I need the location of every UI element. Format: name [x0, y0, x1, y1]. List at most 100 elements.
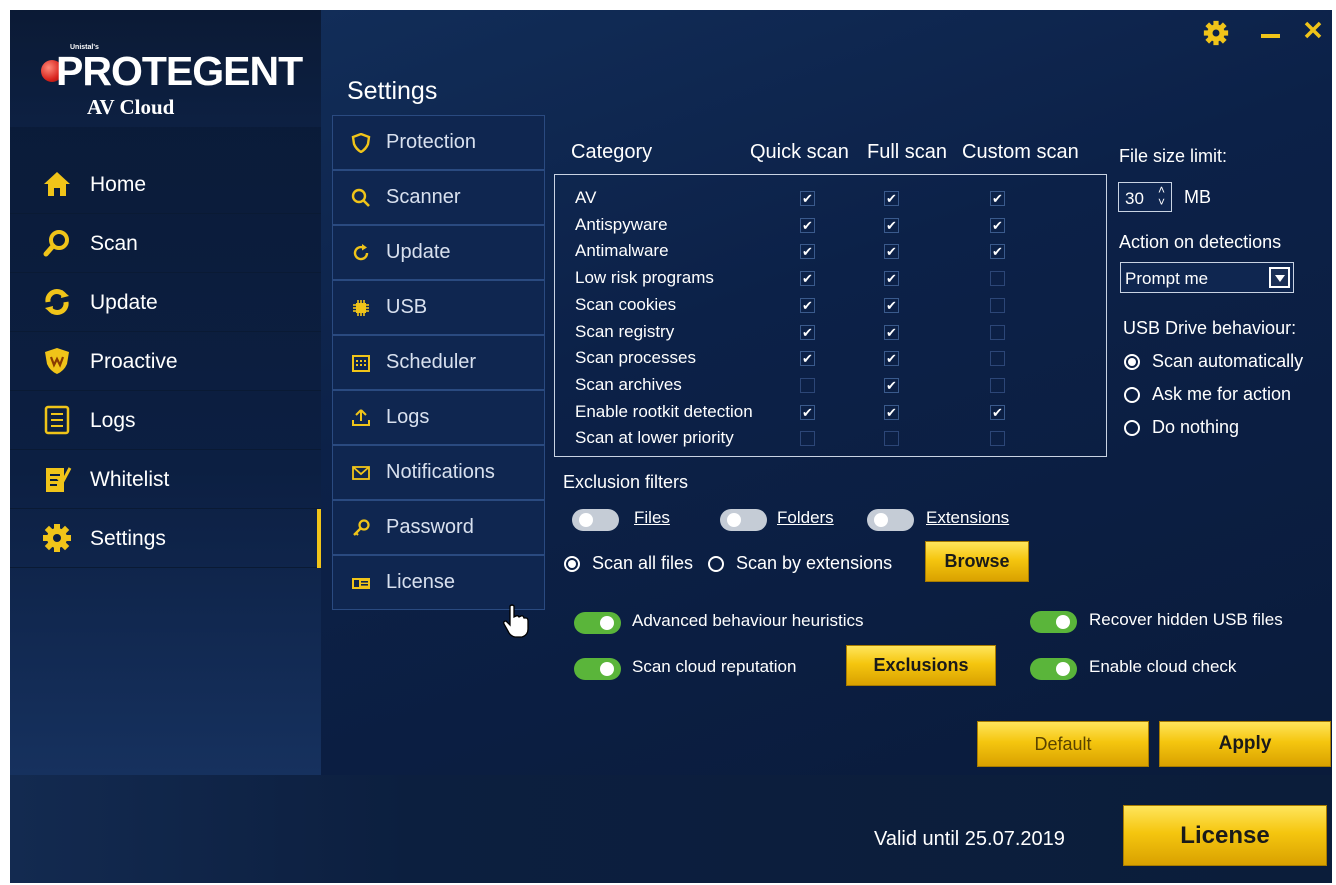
- checkbox-full-scan[interactable]: ✔: [884, 297, 899, 313]
- sidebar-item-scan[interactable]: Scan: [10, 214, 321, 273]
- subnav-usb[interactable]: USB: [332, 280, 545, 335]
- sidebar-item-settings[interactable]: Settings: [10, 509, 321, 568]
- subnav-label: Notifications: [386, 461, 495, 483]
- scan-by-extensions-radio[interactable]: [708, 556, 724, 572]
- checkbox-quick-scan[interactable]: ✔: [800, 244, 815, 260]
- checkbox-custom-scan[interactable]: [990, 377, 1005, 393]
- file-size-label: File size limit:: [1119, 146, 1228, 166]
- sidebar-item-logs[interactable]: Logs: [10, 391, 321, 450]
- folders-link[interactable]: Folders: [777, 508, 834, 528]
- checkbox-custom-scan[interactable]: ✔: [990, 404, 1005, 420]
- shield-icon: [351, 133, 371, 153]
- scan-all-files-label: Scan all files: [592, 553, 694, 573]
- subnav-label: USB: [386, 296, 428, 318]
- valid-until-text: Valid until 25.07.2019: [874, 828, 1065, 850]
- checkbox-full-scan[interactable]: ✔: [884, 377, 899, 393]
- cloud-reputation-toggle[interactable]: [574, 658, 621, 680]
- close-icon[interactable]: [1303, 20, 1323, 40]
- home-icon: [44, 172, 70, 196]
- checkbox-custom-scan[interactable]: [990, 324, 1005, 340]
- settings-gear-icon[interactable]: [1203, 20, 1229, 46]
- spinner-icon[interactable]: ˄ ˅: [1158, 184, 1165, 208]
- category-row-label: AV: [575, 188, 597, 207]
- checkbox-quick-scan[interactable]: ✔: [800, 271, 815, 287]
- checkbox-quick-scan[interactable]: [800, 377, 815, 393]
- subnav-license[interactable]: License: [332, 555, 545, 610]
- gear-icon: [43, 524, 71, 552]
- scan-all-files-radio[interactable]: [564, 556, 580, 572]
- checkbox-quick-scan[interactable]: ✔: [800, 297, 815, 313]
- magnifier-icon: [351, 188, 370, 207]
- subnav-update[interactable]: Update: [332, 225, 545, 280]
- action-dropdown[interactable]: Prompt me: [1120, 262, 1294, 293]
- category-row-label: Scan processes: [575, 348, 696, 368]
- subnav-label: License: [386, 571, 455, 593]
- chevron-down-icon[interactable]: [1269, 267, 1290, 288]
- subnav-notifications[interactable]: Notifications: [332, 445, 545, 500]
- checkbox-custom-scan[interactable]: [990, 297, 1005, 313]
- cloud-check-toggle[interactable]: [1030, 658, 1077, 680]
- checkbox-quick-scan[interactable]: ✔: [800, 324, 815, 340]
- checkbox-full-scan[interactable]: ✔: [884, 217, 899, 233]
- checkbox-full-scan[interactable]: ✔: [884, 404, 899, 420]
- subnav-logs[interactable]: Logs: [332, 390, 545, 445]
- exclusions-button[interactable]: Exclusions: [846, 645, 996, 686]
- browse-button[interactable]: Browse: [925, 541, 1029, 582]
- advanced-heuristics-toggle[interactable]: [574, 612, 621, 634]
- sidebar-item-label: Whitelist: [90, 468, 170, 491]
- sidebar-item-home[interactable]: Home: [10, 155, 321, 214]
- app-window: Unistal's PROTEGENT AV Cloud Home Scan U…: [10, 10, 1332, 883]
- subnav-scanner[interactable]: Scanner: [332, 170, 545, 225]
- checkbox-full-scan[interactable]: ✔: [884, 244, 899, 260]
- checkbox-full-scan[interactable]: ✔: [884, 191, 899, 206]
- extensions-link[interactable]: Extensions: [926, 508, 1009, 528]
- checkbox-custom-scan[interactable]: ✔: [990, 191, 1005, 206]
- checkbox-full-scan[interactable]: ✔: [884, 324, 899, 340]
- file-size-input[interactable]: 30 ˄ ˅: [1118, 182, 1172, 212]
- subnav-scheduler[interactable]: Scheduler: [332, 335, 545, 390]
- whitelist-icon: [46, 467, 72, 492]
- category-table: AV ✔ ✔ ✔ Antispyware ✔ ✔ ✔ Antimalware ✔ ✔ ✔ Low ris…: [554, 174, 1107, 457]
- checkbox-quick-scan[interactable]: ✔: [800, 351, 815, 367]
- files-toggle[interactable]: [572, 509, 619, 531]
- default-button[interactable]: Default: [977, 721, 1149, 767]
- checkbox-full-scan[interactable]: ✔: [884, 271, 899, 287]
- checkbox-quick-scan[interactable]: ✔: [800, 191, 815, 206]
- checkbox-full-scan[interactable]: [884, 431, 899, 447]
- checkbox-custom-scan[interactable]: ✔: [990, 244, 1005, 260]
- license-button[interactable]: License: [1123, 805, 1327, 866]
- sidebar: Unistal's PROTEGENT AV Cloud Home Scan U…: [10, 10, 321, 775]
- subnav-protection[interactable]: Protection: [332, 115, 545, 170]
- subnav-label: Scanner: [386, 186, 461, 208]
- checkbox-quick-scan[interactable]: ✔: [800, 217, 815, 233]
- usb-option-label: Scan automatically: [1152, 351, 1304, 371]
- minimize-icon[interactable]: [1261, 34, 1280, 38]
- sidebar-item-label: Logs: [90, 409, 136, 432]
- key-icon: [353, 519, 370, 536]
- sidebar-item-proactive[interactable]: Proactive: [10, 332, 321, 391]
- files-link[interactable]: Files: [634, 508, 670, 528]
- usb-ask-me-radio[interactable]: [1124, 387, 1140, 403]
- usb-scan-automatically-radio[interactable]: [1124, 354, 1140, 370]
- checkbox-quick-scan[interactable]: ✔: [800, 404, 815, 420]
- sidebar-item-whitelist[interactable]: Whitelist: [10, 450, 321, 509]
- usb-do-nothing-radio[interactable]: [1124, 420, 1140, 436]
- checkbox-custom-scan[interactable]: ✔: [990, 217, 1005, 233]
- checkbox-full-scan[interactable]: ✔: [884, 351, 899, 367]
- apply-button[interactable]: Apply: [1159, 721, 1331, 767]
- subnav-password[interactable]: Password: [332, 500, 545, 555]
- checkbox-quick-scan[interactable]: [800, 431, 815, 447]
- proactive-shield-icon: [45, 348, 69, 374]
- scan-by-extensions-label: Scan by extensions: [736, 553, 893, 573]
- recover-usb-toggle[interactable]: [1030, 611, 1077, 633]
- checkbox-custom-scan[interactable]: [990, 351, 1005, 367]
- category-row-label: Scan at lower priority: [575, 428, 734, 448]
- checkbox-custom-scan[interactable]: [990, 271, 1005, 287]
- sidebar-item-update[interactable]: Update: [10, 273, 321, 332]
- checkbox-custom-scan[interactable]: [990, 431, 1005, 447]
- folders-toggle[interactable]: [720, 509, 767, 531]
- license-card-icon: [352, 578, 370, 589]
- exclusion-filters-title: Exclusion filters: [563, 472, 689, 492]
- extensions-toggle[interactable]: [867, 509, 914, 531]
- subnav-label: Scheduler: [386, 351, 477, 373]
